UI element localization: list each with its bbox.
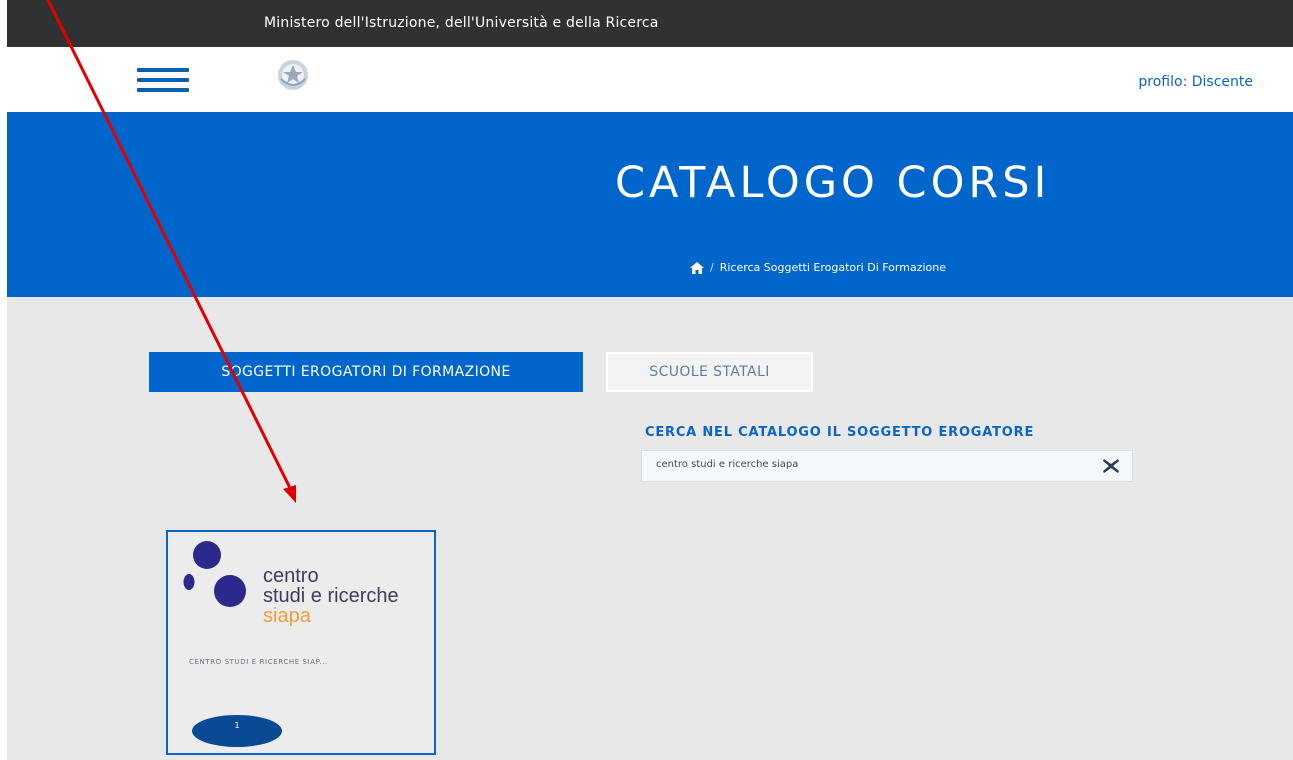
logo-line-1: centro [263, 565, 319, 587]
breadcrumb-current[interactable]: Ricerca Soggetti Erogatori Di Formazione [720, 261, 946, 274]
hamburger-icon [137, 68, 189, 72]
page-title: CATALOGO CORSI [615, 158, 1051, 208]
logo-wordmark: centro studi e ricerche siapa [263, 566, 399, 626]
ministry-title: Ministero dell'Istruzione, dell'Universi… [264, 15, 659, 31]
profile-label[interactable]: profilo: Discente [1138, 74, 1253, 90]
menu-button[interactable] [137, 68, 189, 92]
breadcrumb-separator: / [710, 261, 714, 274]
tab-soggetti-erogatori[interactable]: SOGGETTI EROGATORI DI FORMAZIONE [149, 352, 583, 392]
result-card-name: CENTRO STUDI E RICERCHE SIAP... [189, 658, 328, 666]
hamburger-icon-line [137, 78, 189, 82]
hero-banner: CATALOGO CORSI / Ricerca Soggetti Erogat… [7, 112, 1293, 297]
breadcrumb: / Ricerca Soggetti Erogatori Di Formazio… [690, 261, 946, 274]
close-icon[interactable] [1102, 458, 1120, 474]
home-icon[interactable] [690, 261, 704, 274]
hamburger-icon-line [137, 88, 189, 92]
site-header: profilo: Discente [7, 47, 1293, 112]
search-field [641, 450, 1133, 482]
logo-line-3: siapa [263, 605, 311, 627]
search-label: CERCA NEL CATALOGO IL SOGGETTO EROGATORE [645, 425, 1035, 440]
search-input[interactable] [654, 458, 1078, 471]
result-card[interactable]: centro studi e ricerche siapa CENTRO STU… [166, 530, 436, 755]
course-count-badge[interactable]: 1 [192, 715, 282, 747]
ministry-bar: Ministero dell'Istruzione, dell'Universi… [7, 0, 1293, 47]
emblem-icon[interactable] [275, 57, 311, 93]
logo-line-2: studi e ricerche [263, 585, 399, 607]
tab-scuole-statali[interactable]: SCUOLE STATALI [606, 352, 813, 392]
